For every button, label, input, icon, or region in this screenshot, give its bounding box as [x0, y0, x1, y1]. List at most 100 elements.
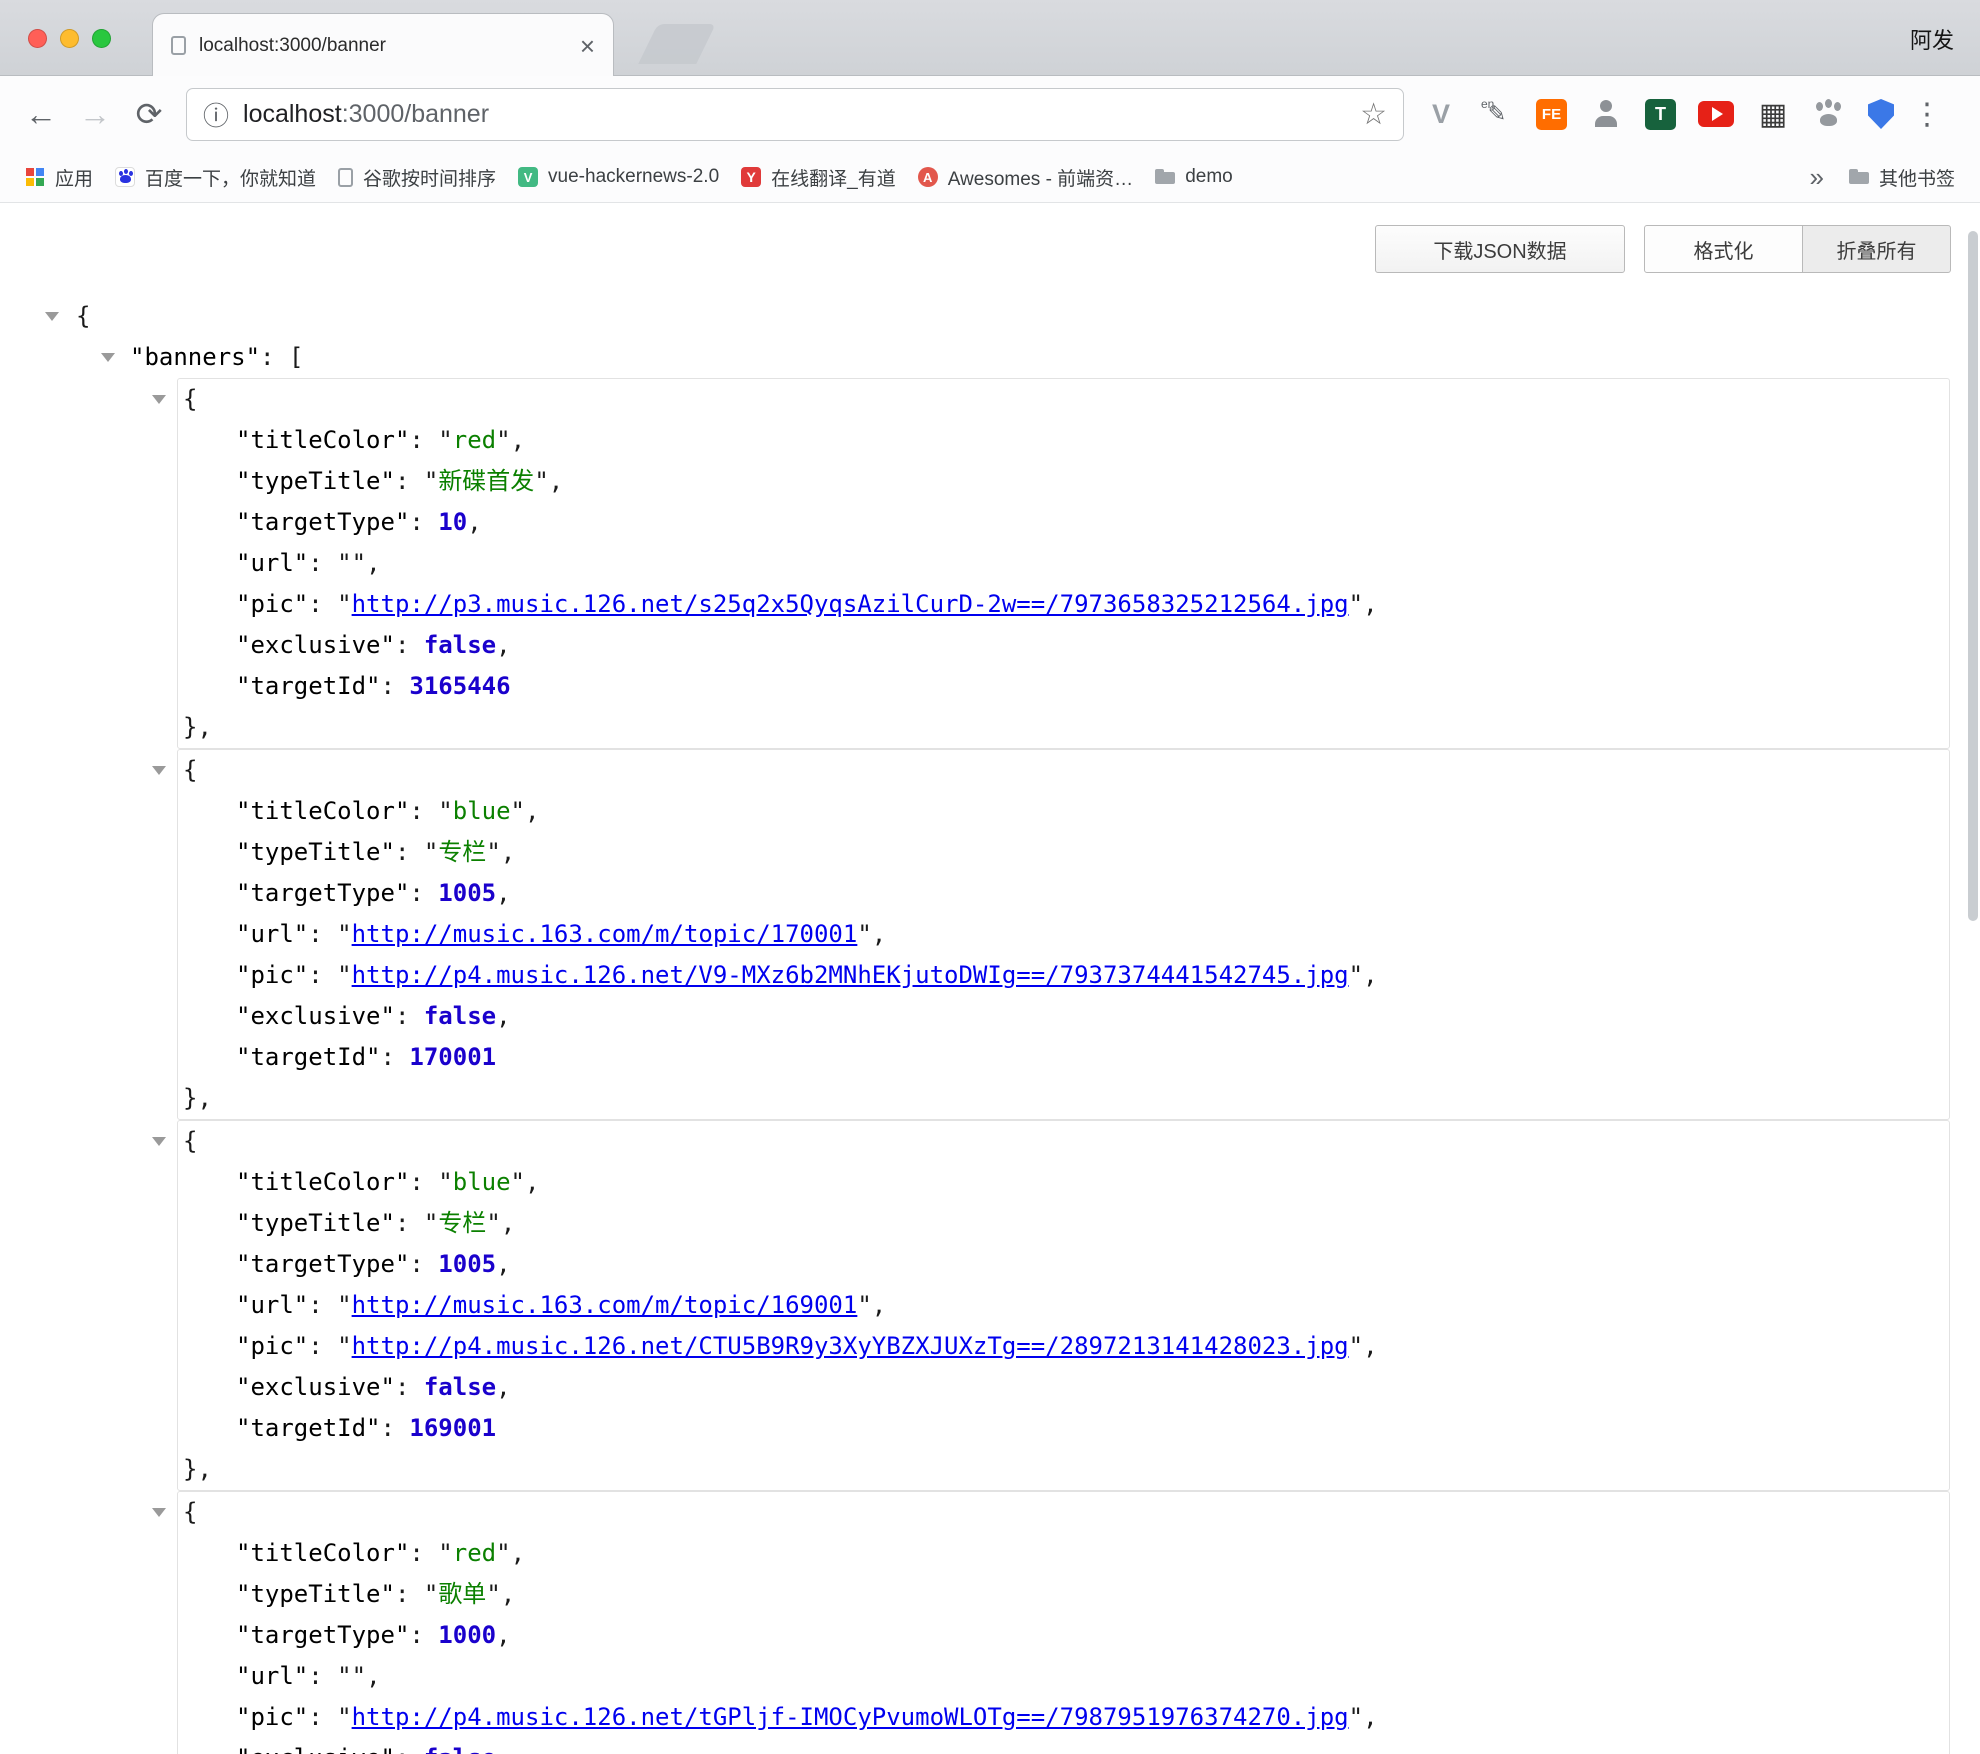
- url-host: localhost: [243, 100, 342, 128]
- youdao-icon: Y: [741, 167, 761, 187]
- bookmarks-list: 应用 百度一下，你就知道 谷歌按时间排序 Vvue-hackernews-2.0 Y 在线…: [14, 159, 1244, 196]
- window-zoom-button[interactable]: [92, 29, 111, 48]
- download-json-button[interactable]: 下载JSON数据: [1375, 225, 1625, 273]
- json-property: "titleColor": "blue",: [178, 791, 1949, 832]
- translate-icon[interactable]: ✎: [1480, 97, 1514, 131]
- bookmark-label: Awesomes - 前端资…: [948, 164, 1133, 191]
- vue-icon: V: [518, 167, 538, 187]
- json-property: "targetId": 169001: [178, 1408, 1949, 1449]
- json-object-close: },: [178, 1078, 1949, 1119]
- json-url-link[interactable]: http://p4.music.126.net/V9-MXz6b2MNhEKju…: [352, 961, 1349, 989]
- window-minimize-button[interactable]: [60, 29, 79, 48]
- bookmark-label: 百度一下，你就知道: [145, 164, 316, 191]
- youtube-icon[interactable]: [1698, 101, 1734, 127]
- address-bar[interactable]: ⓘ localhost:3000/banner ☆: [186, 88, 1404, 141]
- json-url-link[interactable]: http://music.163.com/m/topic/169001: [352, 1291, 858, 1319]
- awesomes-icon: A: [918, 167, 938, 187]
- collapse-toggle-icon[interactable]: [152, 1508, 166, 1517]
- json-property: "exclusive": false: [178, 1738, 1949, 1754]
- browser-menu-icon[interactable]: ⋮: [1912, 97, 1942, 132]
- json-object: {"titleColor": "red","typeTitle": "新碟首发"…: [177, 378, 1950, 749]
- json-object-open: {: [178, 1121, 1949, 1162]
- format-button[interactable]: 格式化: [1644, 225, 1803, 273]
- bookmark-label: 谷歌按时间排序: [363, 164, 496, 191]
- json-property: "targetId": 3165446: [178, 666, 1949, 707]
- profile-name[interactable]: 阿发: [1910, 23, 1954, 55]
- vimium-icon[interactable]: V: [1424, 97, 1458, 131]
- bookmark-label: 应用: [55, 164, 93, 191]
- json-property: "targetType": 1005,: [178, 873, 1949, 914]
- bookmark-label: 在线翻译_有道: [771, 164, 896, 191]
- json-object: {"titleColor": "blue","typeTitle": "专栏",…: [177, 749, 1950, 1120]
- qrcode-icon[interactable]: ▦: [1756, 97, 1790, 131]
- collapse-toggle-icon[interactable]: [45, 312, 59, 321]
- bookmark-item[interactable]: demo: [1144, 161, 1244, 193]
- collapse-all-button[interactable]: 折叠所有: [1802, 225, 1951, 273]
- json-object-close: },: [178, 1449, 1949, 1490]
- json-root-open: {: [0, 296, 1950, 337]
- json-property: "pic": "http://p3.music.126.net/s25q2x5Q…: [178, 584, 1949, 625]
- paw-icon[interactable]: [1812, 97, 1846, 131]
- shield-icon[interactable]: [1868, 99, 1894, 129]
- json-property: "exclusive": false,: [178, 996, 1949, 1037]
- collapse-toggle-icon[interactable]: [152, 766, 166, 775]
- tab-title: localhost:3000/banner: [199, 35, 567, 57]
- json-property: "exclusive": false,: [178, 1367, 1949, 1408]
- forward-icon[interactable]: →: [72, 91, 118, 137]
- new-tab-button[interactable]: [638, 24, 716, 64]
- collapse-toggle-icon[interactable]: [152, 1137, 166, 1146]
- json-property: "url": "http://music.163.com/m/topic/170…: [178, 914, 1949, 955]
- json-property: "typeTitle": "新碟首发",: [178, 461, 1949, 502]
- json-property: "pic": "http://p4.music.126.net/CTU5B9R9…: [178, 1326, 1949, 1367]
- json-property: "url": "",: [178, 543, 1949, 584]
- bookmark-item[interactable]: Vvue-hackernews-2.0: [507, 161, 730, 193]
- json-property: "typeTitle": "歌单",: [178, 1574, 1949, 1615]
- json-object-open: {: [178, 1492, 1949, 1533]
- reload-icon[interactable]: ⟳: [126, 91, 172, 137]
- folder-icon: [1155, 167, 1175, 187]
- page-info-icon[interactable]: ⓘ: [203, 96, 229, 133]
- other-bookmarks-label: 其他书签: [1879, 164, 1955, 191]
- url-path: :3000/banner: [342, 100, 489, 128]
- baidu-icon: [115, 167, 135, 187]
- bookmark-item[interactable]: 百度一下，你就知道: [104, 159, 327, 196]
- collapse-toggle-icon[interactable]: [152, 395, 166, 404]
- tab-close-icon[interactable]: ×: [580, 33, 595, 59]
- tampermonkey-icon[interactable]: T: [1645, 99, 1676, 130]
- json-url-link[interactable]: http://p3.music.126.net/s25q2x5QyqsAzilC…: [352, 590, 1349, 618]
- contacts-icon[interactable]: [1589, 97, 1623, 131]
- extensions-bar: V ✎ FE T ▦: [1424, 97, 1894, 131]
- bookmark-label: demo: [1185, 166, 1233, 188]
- json-property: "titleColor": "blue",: [178, 1162, 1949, 1203]
- json-property: "targetType": 1005,: [178, 1244, 1949, 1285]
- bookmark-star-icon[interactable]: ☆: [1360, 97, 1387, 132]
- bookmark-item[interactable]: 谷歌按时间排序: [327, 159, 507, 196]
- bookmarks-overflow-icon[interactable]: »: [1796, 162, 1838, 193]
- collapse-toggle-icon[interactable]: [101, 353, 115, 362]
- json-object-open: {: [178, 379, 1949, 420]
- back-icon[interactable]: ←: [18, 91, 64, 137]
- json-property: "targetId": 170001: [178, 1037, 1949, 1078]
- bookmark-label: vue-hackernews-2.0: [548, 166, 719, 188]
- scrollbar-thumb[interactable]: [1968, 231, 1978, 921]
- json-property: "typeTitle": "专栏",: [178, 832, 1949, 873]
- window-titlebar: localhost:3000/banner × 阿发: [0, 0, 1980, 76]
- page-content: {"banners": [{"titleColor": "red","typeT…: [0, 203, 1980, 1753]
- json-object-close: },: [178, 707, 1949, 748]
- bookmark-item[interactable]: A Awesomes - 前端资…: [907, 159, 1144, 196]
- other-bookmarks-folder[interactable]: 其他书签: [1838, 159, 1966, 196]
- fe-icon[interactable]: FE: [1536, 99, 1567, 130]
- json-url-link[interactable]: http://p4.music.126.net/CTU5B9R9y3XyYBZX…: [352, 1332, 1349, 1360]
- doc-icon: [338, 168, 353, 187]
- bookmark-item[interactable]: Y 在线翻译_有道: [730, 159, 907, 196]
- folder-icon: [1849, 167, 1869, 187]
- json-url-link[interactable]: http://music.163.com/m/topic/170001: [352, 920, 858, 948]
- json-url-link[interactable]: http://p4.music.126.net/tGPljf-IMOCyPvum…: [352, 1703, 1349, 1731]
- json-property: "url": "http://music.163.com/m/topic/169…: [178, 1285, 1949, 1326]
- json-banners-line: "banners": [: [0, 337, 1950, 378]
- bookmark-item[interactable]: 应用: [14, 159, 104, 196]
- browser-toolbar: ← → ⟳ ⓘ localhost:3000/banner ☆ V ✎ FE T ▦ ⋮: [0, 76, 1980, 152]
- window-close-button[interactable]: [28, 29, 47, 48]
- json-property: "targetType": 10,: [178, 502, 1949, 543]
- browser-tab[interactable]: localhost:3000/banner ×: [152, 13, 614, 77]
